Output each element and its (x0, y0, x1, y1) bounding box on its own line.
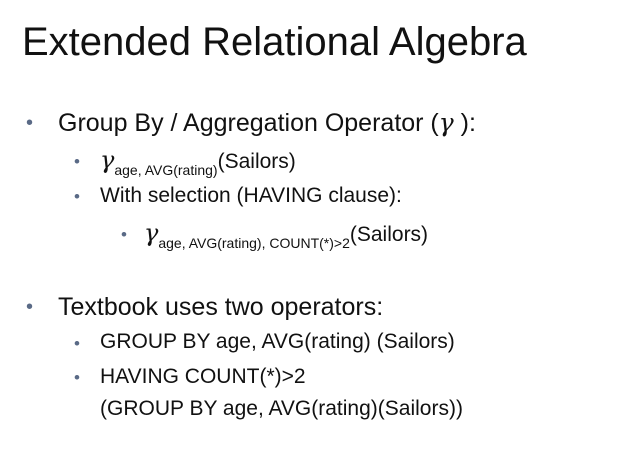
gamma-symbol: γ (144, 219, 159, 247)
bullet-group-by-operator: Group By / Aggregation Operator (γ ): (58, 108, 476, 138)
bullet-having-count-line1: HAVING COUNT(*)>2 (100, 365, 306, 388)
slide-title: Extended Relational Algebra (22, 20, 527, 64)
bullet-marker: • (74, 187, 80, 206)
gamma-subscript: age, AVG(rating) (114, 162, 218, 178)
bullet-with-selection: With selection (HAVING clause): (100, 184, 402, 207)
bullet-text: ): (453, 109, 476, 137)
bullet-marker: • (74, 152, 80, 171)
bullet-marker: • (26, 296, 34, 318)
bullet-marker: • (26, 112, 34, 134)
bullet-gamma-expression: γage, AVG(rating)(Sailors) (100, 146, 296, 178)
bullet-marker: • (121, 225, 127, 244)
relation-name: (Sailors) (217, 150, 296, 173)
bullet-having-count-line2: (GROUP BY age, AVG(rating)(Sailors)) (100, 397, 463, 420)
gamma-subscript: age, AVG(rating), COUNT(*)>2 (158, 235, 350, 251)
bullet-gamma-having-expression: γage, AVG(rating), COUNT(*)>2(Sailors) (144, 219, 429, 251)
bullet-text: Group By / Aggregation Operator ( (58, 109, 439, 137)
bullet-marker: • (74, 368, 80, 387)
bullet-marker: • (74, 334, 80, 353)
relation-name: (Sailors) (349, 223, 429, 246)
bullet-group-by: GROUP BY age, AVG(rating) (Sailors) (100, 330, 455, 353)
gamma-symbol: γ (438, 108, 454, 137)
bullet-textbook-operators: Textbook uses two operators: (58, 293, 384, 321)
gamma-symbol: γ (100, 146, 115, 174)
